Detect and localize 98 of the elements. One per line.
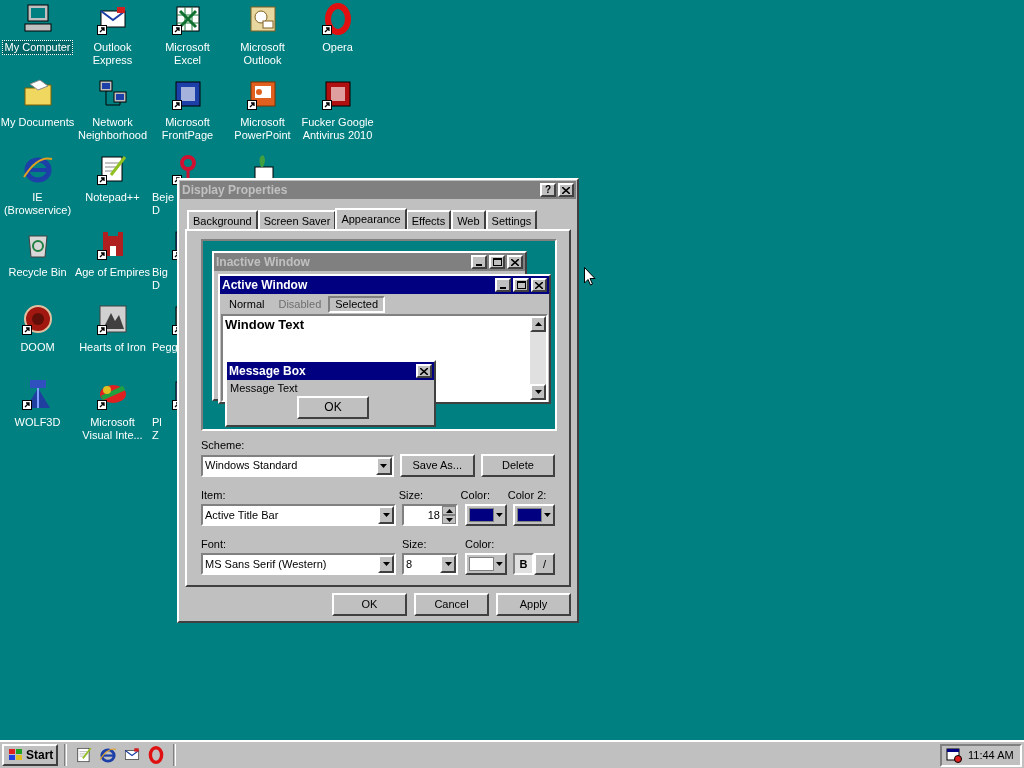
size-spinner[interactable]: 18: [402, 504, 458, 526]
field-label: Color 2:: [507, 489, 548, 502]
color-picker[interactable]: [465, 553, 507, 575]
menu-item[interactable]: Normal: [222, 295, 272, 313]
tab[interactable]: Web: [451, 210, 486, 229]
message-text: Message Text: [229, 381, 299, 396]
field-label: Font:: [201, 538, 228, 551]
minimize-button[interactable]: [471, 255, 487, 269]
caret-down-icon: [544, 513, 551, 517]
color-picker[interactable]: [513, 504, 555, 526]
maximize-icon: [516, 281, 526, 289]
active-window-title: Active Window: [222, 278, 308, 292]
close-button[interactable]: [507, 255, 523, 269]
scheduler-icon[interactable]: [946, 747, 962, 763]
field-label: Color:: [465, 538, 495, 551]
scroll-up-icon: [534, 322, 542, 326]
window-title: Display Properties: [182, 182, 288, 199]
windows-flag-icon: [7, 748, 23, 762]
field-label: Scheme:: [201, 439, 246, 452]
icon-label[interactable]: Big D: [150, 265, 170, 293]
tab[interactable]: Screen Saver: [257, 210, 337, 229]
window-text: Window Text: [224, 316, 305, 334]
icon-label[interactable]: Beje D: [150, 190, 177, 218]
icon-label[interactable]: My Computer: [2, 40, 73, 55]
maximize-icon: [492, 258, 502, 266]
font-dropdown[interactable]: MS Sans Serif (Western): [201, 553, 396, 575]
icon-label[interactable]: Outlook Express: [90, 40, 135, 68]
tab[interactable]: Background: [187, 210, 258, 229]
dialog-button[interactable]: Apply: [496, 593, 571, 616]
disc-icon[interactable]: [21, 303, 54, 335]
icon-label[interactable]: Microsoft Outlook: [238, 40, 287, 68]
field-label: Size:: [398, 489, 425, 502]
icon-label[interactable]: Microsoft Excel: [163, 40, 212, 68]
minimize-icon: [500, 287, 506, 289]
inactive-window-title: Inactive Window: [216, 255, 310, 269]
computer-icon[interactable]: [21, 3, 54, 35]
close-icon: [562, 186, 570, 194]
tab[interactable]: Appearance: [335, 208, 407, 229]
icon-label[interactable]: Hearts of Iron: [77, 340, 148, 355]
caret-down-icon: [382, 513, 390, 517]
close-button[interactable]: [416, 364, 432, 378]
icon-label[interactable]: IE (Browservice): [1, 190, 74, 218]
tab[interactable]: Settings: [485, 210, 538, 229]
close-icon: [511, 258, 519, 266]
field-label: Item:: [201, 489, 227, 502]
caret-down-icon: [496, 562, 503, 566]
icon-label[interactable]: DOOM: [18, 340, 57, 355]
icon-label[interactable]: Opera: [320, 40, 355, 55]
scrollbar[interactable]: [530, 316, 546, 400]
field-label: Color:: [460, 489, 491, 502]
icon-label[interactable]: Recycle Bin: [6, 265, 69, 280]
minimize-icon: [476, 264, 482, 266]
caret-down-icon: [496, 513, 503, 517]
clock[interactable]: 11:44 AM: [968, 746, 1014, 764]
icon-label[interactable]: Network Neighborhood: [75, 115, 150, 143]
mouse-cursor-icon: [584, 267, 596, 286]
caret-down-icon: [444, 562, 452, 566]
globe-icon[interactable]: [99, 746, 118, 764]
spin-down-icon: [445, 517, 453, 522]
maximize-button[interactable]: [489, 255, 505, 269]
icon-label[interactable]: Pegg: [150, 340, 180, 355]
ok-button[interactable]: OK: [297, 396, 369, 419]
scheme-dropdown[interactable]: Windows Standard: [201, 454, 394, 477]
close-icon: [535, 281, 543, 289]
icon-label[interactable]: Notepad++: [83, 190, 142, 205]
icon-label[interactable]: Microsoft Visual Inte...: [80, 415, 145, 443]
dialog-button[interactable]: Cancel: [414, 593, 489, 616]
icon-label[interactable]: Age of Empires: [72, 265, 153, 280]
caret-down-icon: [380, 463, 388, 468]
save-as-button[interactable]: Save As...: [399, 454, 475, 477]
close-icon: [420, 367, 428, 375]
minimize-button[interactable]: [495, 278, 511, 292]
start-button[interactable]: Start: [2, 744, 59, 766]
icon-label[interactable]: WOLF3D: [12, 415, 63, 430]
icon-label[interactable]: Microsoft PowerPoint: [232, 115, 293, 143]
item-dropdown[interactable]: Active Title Bar: [201, 504, 396, 526]
help-button[interactable]: ?: [540, 183, 556, 197]
italic-toggle[interactable]: /: [534, 553, 555, 575]
field-label: Size:: [402, 538, 428, 551]
close-button[interactable]: [558, 183, 574, 197]
delete-button[interactable]: Delete: [480, 454, 555, 477]
icon-label[interactable]: My Documents: [0, 115, 77, 130]
photo-icon[interactable]: [96, 303, 129, 335]
icon-label[interactable]: Microsoft FrontPage: [159, 115, 216, 143]
maximize-button[interactable]: [513, 278, 529, 292]
spin-up-icon: [445, 508, 453, 513]
tab[interactable]: Effects: [405, 210, 452, 229]
scroll-down-icon: [534, 390, 542, 394]
message-box-title: Message Box: [229, 364, 306, 378]
color-picker[interactable]: [465, 504, 507, 526]
dialog-button[interactable]: OK: [332, 593, 407, 616]
caret-down-icon: [382, 562, 390, 566]
bold-toggle[interactable]: B: [513, 553, 534, 575]
icon-label[interactable]: Fucker Google Antivirus 2010: [299, 115, 376, 143]
menu-item[interactable]: Selected: [328, 295, 386, 313]
icon-label[interactable]: Pl Z: [150, 415, 164, 443]
font-size-dropdown[interactable]: 8: [402, 553, 458, 575]
close-button[interactable]: [531, 278, 547, 292]
